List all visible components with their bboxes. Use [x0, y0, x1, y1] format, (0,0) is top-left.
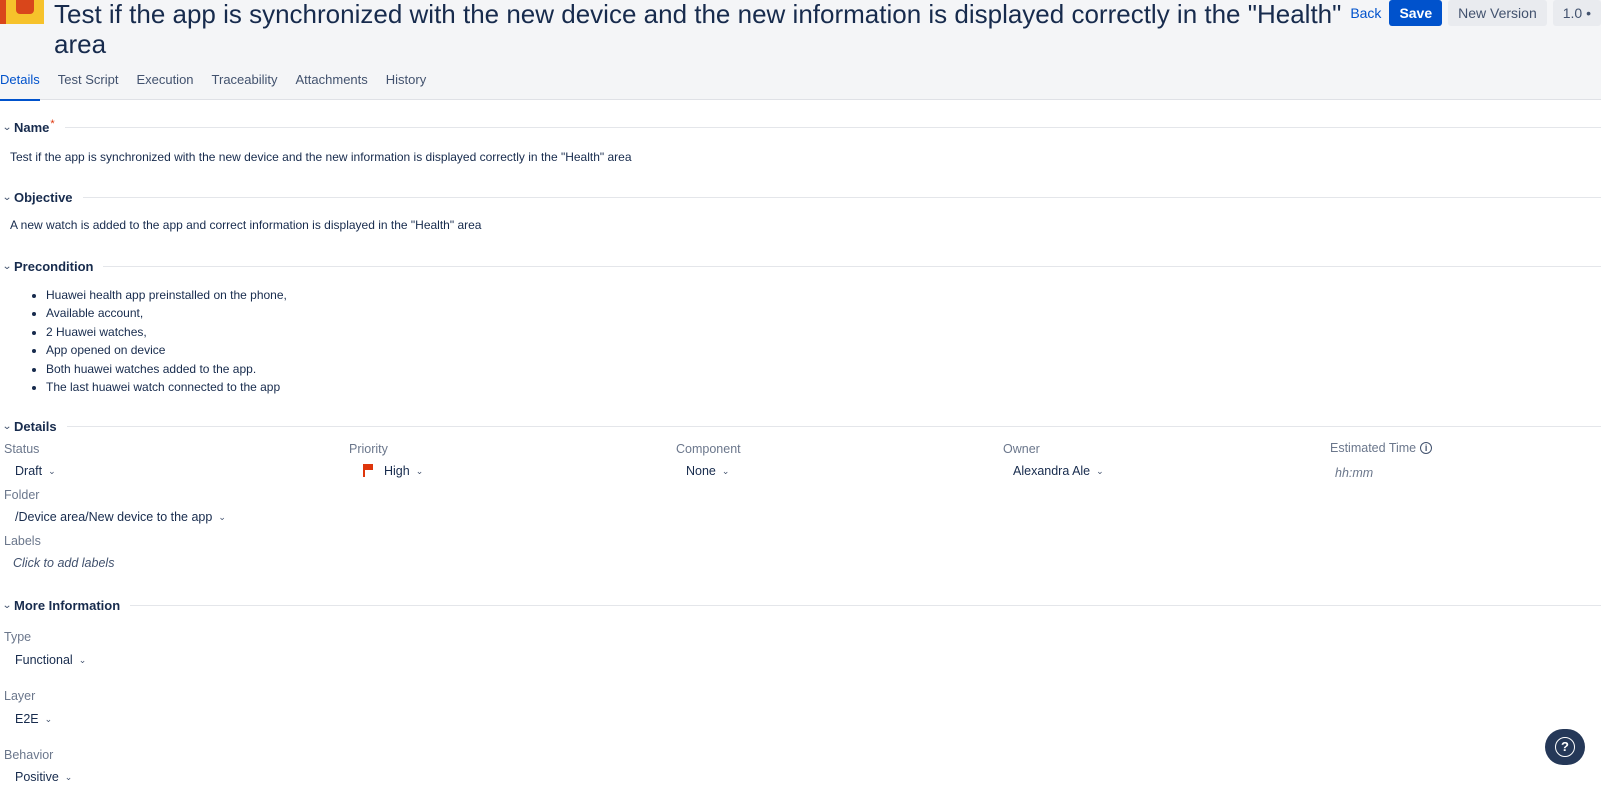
folder-label: Folder — [4, 488, 40, 502]
section-divider — [82, 197, 1601, 198]
folder-value: /Device area/New device to the app — [15, 510, 213, 524]
back-link[interactable]: Back — [1350, 1, 1381, 25]
tab-test-script[interactable]: Test Script — [58, 72, 119, 100]
priority-label: Priority — [349, 442, 388, 456]
required-mark: * — [50, 117, 55, 130]
tab-details[interactable]: Details — [0, 72, 40, 101]
chevron-down-icon: ⌄ — [78, 654, 87, 665]
chevron-down-icon: ⌄ — [44, 713, 53, 724]
status-select[interactable]: Draft ⌄ — [15, 464, 56, 478]
priority-value: High — [384, 464, 410, 478]
labels-input[interactable]: Click to add labels — [13, 556, 114, 570]
section-divider — [103, 266, 1601, 267]
page-title: Test if the app is synchronized with the… — [54, 0, 1342, 59]
type-select[interactable]: Functional ⌄ — [15, 653, 86, 667]
layer-label: Layer — [4, 689, 36, 703]
chevron-down-icon: ⌄ — [721, 465, 730, 476]
chevron-down-icon[interactable]: ⌄ — [0, 600, 15, 611]
section-divider — [64, 127, 1601, 128]
estimated-time-label: Estimated Time — [1330, 441, 1417, 455]
chevron-down-icon[interactable]: ⌄ — [0, 122, 15, 133]
list-item: Available account, — [46, 304, 287, 322]
layer-value: E2E — [15, 712, 39, 726]
chevron-down-icon: ⌄ — [1096, 465, 1104, 476]
component-select[interactable]: None ⌄ — [686, 464, 729, 478]
owner-label: Owner — [1003, 442, 1040, 456]
component-label: Component — [676, 442, 741, 456]
list-item: The last huawei watch connected to the a… — [46, 378, 287, 396]
name-section-header[interactable]: ⌄ Name * — [0, 117, 1601, 135]
component-value: None — [686, 464, 716, 478]
chevron-down-icon: ⌄ — [415, 465, 424, 476]
list-item: 2 Huawei watches, — [46, 323, 287, 341]
estimated-time-input[interactable]: hh:mm — [1335, 466, 1373, 480]
new-version-button[interactable]: New Version — [1448, 0, 1547, 26]
owner-select[interactable]: Alexandra Ale ⌄ — [1013, 464, 1104, 478]
folder-select[interactable]: /Device area/New device to the app ⌄ — [15, 510, 226, 524]
status-value: Draft — [15, 464, 43, 478]
info-icon[interactable]: i — [1420, 442, 1433, 454]
objective-value[interactable]: A new watch is added to the app and corr… — [10, 218, 481, 232]
page: Test if the app is synchronized with the… — [0, 0, 1601, 805]
more-info-section-header[interactable]: ⌄ More Information — [0, 598, 1601, 613]
list-item: Huawei health app preinstalled on the ph… — [46, 286, 287, 304]
flag-icon — [362, 464, 374, 478]
tab-attachments[interactable]: Attachments — [296, 72, 368, 100]
behavior-value: Positive — [15, 770, 59, 784]
tab-traceability[interactable]: Traceability — [212, 72, 278, 100]
details-content: ⌄ Name * Test if the app is synchronized… — [0, 100, 1601, 805]
type-value: Functional — [15, 653, 73, 667]
name-value[interactable]: Test if the app is synchronized with the… — [10, 150, 632, 164]
app-logo-icon — [0, 0, 44, 24]
labels-label: Labels — [4, 534, 41, 548]
objective-section-header[interactable]: ⌄ Objective — [0, 190, 1601, 205]
name-section-title: Name — [14, 120, 50, 135]
details-section-title: Details — [14, 419, 57, 434]
precondition-section-header[interactable]: ⌄ Precondition — [0, 259, 1601, 274]
priority-select[interactable]: High ⌄ — [362, 464, 423, 478]
owner-value: Alexandra Ale — [1013, 464, 1091, 478]
chevron-down-icon[interactable]: ⌄ — [0, 421, 15, 432]
precondition-section-title: Precondition — [14, 259, 94, 274]
tab-bar: Details Test Script Execution Traceabili… — [0, 72, 426, 101]
details-section-header[interactable]: ⌄ Details — [0, 419, 1601, 434]
precondition-list[interactable]: Huawei health app preinstalled on the ph… — [28, 286, 287, 396]
more-info-section-title: More Information — [14, 598, 121, 613]
list-item: App opened on device — [46, 341, 287, 359]
estimated-time-label-group: Estimated Time i — [1330, 441, 1433, 455]
chevron-down-icon: ⌄ — [218, 511, 226, 522]
list-item: Both huawei watches added to the app. — [46, 360, 287, 378]
chevron-down-icon: ⌄ — [64, 771, 73, 782]
section-divider — [66, 426, 1601, 427]
header: Test if the app is synchronized with the… — [0, 0, 1601, 101]
version-dropdown[interactable]: 1.0 • — [1552, 0, 1601, 26]
save-button[interactable]: Save — [1389, 0, 1443, 26]
objective-section-title: Objective — [14, 190, 73, 205]
help-button[interactable]: ? — [1545, 729, 1585, 765]
header-actions: Back Save New Version 1.0 • — [1350, 0, 1601, 26]
behavior-select[interactable]: Positive ⌄ — [15, 770, 72, 784]
tab-execution[interactable]: Execution — [136, 72, 193, 100]
behavior-label: Behavior — [4, 748, 54, 762]
chevron-down-icon[interactable]: ⌄ — [0, 192, 15, 203]
chevron-down-icon[interactable]: ⌄ — [0, 261, 15, 272]
type-label: Type — [4, 630, 32, 644]
question-icon: ? — [1555, 737, 1575, 757]
section-divider — [130, 605, 1601, 606]
tab-history[interactable]: History — [386, 72, 426, 100]
layer-select[interactable]: E2E ⌄ — [15, 712, 52, 726]
status-label: Status — [4, 442, 40, 456]
chevron-down-icon: ⌄ — [48, 465, 56, 476]
